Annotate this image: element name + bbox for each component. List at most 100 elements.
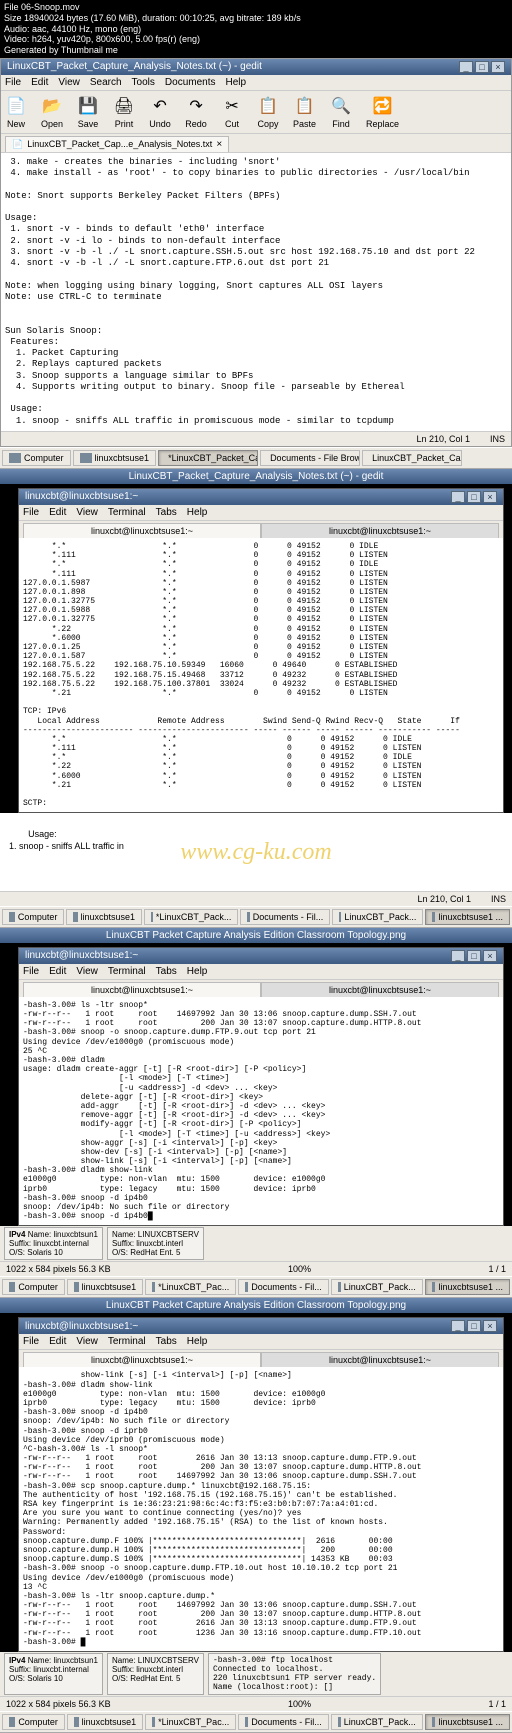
menu-terminal[interactable]: Terminal xyxy=(108,1336,146,1347)
term-tab-1[interactable]: linuxcbt@linuxcbtsuse1:~ xyxy=(23,523,261,538)
menu-tools[interactable]: Tools xyxy=(132,77,155,88)
redo-button[interactable]: ↷Redo xyxy=(185,95,207,129)
save-button[interactable]: 💾Save xyxy=(77,95,99,129)
menu-view[interactable]: View xyxy=(58,77,80,88)
menu-terminal[interactable]: Terminal xyxy=(108,507,146,518)
toolbar: 📄New 📂Open 💾Save 🖨Print ↶Undo ↷Redo ✂Cut 📋Copy 📋… xyxy=(1,91,511,134)
taskbar-button[interactable]: linuxcbtsuse1 ... xyxy=(425,1714,510,1730)
menu-view[interactable]: View xyxy=(76,966,98,977)
menu-tabs[interactable]: Tabs xyxy=(156,507,177,518)
term-title: linuxcbt@linuxcbtsuse1:~ xyxy=(25,491,138,502)
app-icon xyxy=(338,1282,341,1292)
term-tab-2[interactable]: linuxcbt@linuxcbtsuse1:~ xyxy=(261,1352,499,1367)
terminal-window-3: linuxcbt@linuxcbtsuse1:~ _ □ × File Edit… xyxy=(18,1317,504,1652)
menu-help[interactable]: Help xyxy=(225,77,246,88)
menu-help[interactable]: Help xyxy=(187,966,208,977)
maximize-button[interactable]: □ xyxy=(467,950,481,962)
document-tab[interactable]: 📄 LinuxCBT_Packet_Cap...e_Analysis_Notes… xyxy=(5,136,229,152)
minimize-button[interactable]: _ xyxy=(459,61,473,73)
close-button[interactable]: × xyxy=(483,1320,497,1332)
find-icon: 🔍 xyxy=(330,95,352,117)
taskbar-button[interactable]: LinuxCBT_Pack... xyxy=(331,1714,423,1730)
menu-view[interactable]: View xyxy=(76,1336,98,1347)
editor-content[interactable]: 3. make - creates the binaries - includi… xyxy=(1,153,511,431)
menu-tabs[interactable]: Tabs xyxy=(156,966,177,977)
menu-terminal[interactable]: Terminal xyxy=(108,966,146,977)
taskbar-button[interactable]: linuxcbtsuse1 ... xyxy=(425,909,510,925)
close-button[interactable]: × xyxy=(491,61,505,73)
copy-button[interactable]: 📋Copy xyxy=(257,95,279,129)
term-tab-2[interactable]: linuxcbt@linuxcbtsuse1:~ xyxy=(261,523,499,538)
term-titlebar[interactable]: linuxcbt@linuxcbtsuse1:~ _ □ × xyxy=(19,1318,503,1334)
term-tab-1[interactable]: linuxcbt@linuxcbtsuse1:~ xyxy=(23,982,261,997)
maximize-button[interactable]: □ xyxy=(467,1320,481,1332)
taskbar-button[interactable]: LinuxCBT_Pack... xyxy=(331,1279,423,1295)
taskbar-button[interactable]: *LinuxCBT_Pac... xyxy=(145,1279,236,1295)
menu-help[interactable]: Help xyxy=(187,1336,208,1347)
print-button[interactable]: 🖨Print xyxy=(113,95,135,129)
menu-edit[interactable]: Edit xyxy=(31,77,48,88)
terminal-window-2: linuxcbt@linuxcbtsuse1:~ _ □ × File Edit… xyxy=(18,947,504,1227)
terminal-output[interactable]: *.* *.* 0 0 49152 0 IDLE *.111 *.* 0 0 4… xyxy=(19,538,503,812)
new-icon: 📄 xyxy=(5,95,27,117)
taskbar-button[interactable]: Documents - Fil... xyxy=(238,1714,329,1730)
taskbar-button[interactable]: Computer xyxy=(2,1714,65,1730)
menu-edit[interactable]: Edit xyxy=(49,507,66,518)
taskbar-button[interactable]: *LinuxCBT_Pac... xyxy=(145,1714,236,1730)
taskbar-button[interactable]: *LinuxCBT_Pack... xyxy=(144,909,238,925)
minimize-button[interactable]: _ xyxy=(451,950,465,962)
term-menubar: File Edit View Terminal Tabs Help xyxy=(19,964,503,980)
taskbar-button[interactable]: linuxcbtsuse1 xyxy=(67,1714,143,1730)
titlebar[interactable]: LinuxCBT_Packet_Capture_Analysis_Notes.t… xyxy=(1,59,511,75)
term-tab-2[interactable]: linuxcbt@linuxcbtsuse1:~ xyxy=(261,982,499,997)
term-titlebar[interactable]: linuxcbt@linuxcbtsuse1:~ _ □ × xyxy=(19,489,503,505)
term-title: linuxcbt@linuxcbtsuse1:~ xyxy=(25,1321,138,1332)
new-button[interactable]: 📄New xyxy=(5,95,27,129)
term-titlebar[interactable]: linuxcbt@linuxcbtsuse1:~ _ □ × xyxy=(19,948,503,964)
close-tab-icon[interactable]: × xyxy=(216,139,222,150)
menu-edit[interactable]: Edit xyxy=(49,966,66,977)
term-tab-1[interactable]: linuxcbt@linuxcbtsuse1:~ xyxy=(23,1352,261,1367)
close-button[interactable]: × xyxy=(483,491,497,503)
taskbar-button[interactable]: LinuxCBT_Pack... xyxy=(332,909,423,925)
menu-search[interactable]: Search xyxy=(90,77,122,88)
taskbar-button[interactable]: linuxcbtsuse1 xyxy=(73,450,157,466)
minimize-button[interactable]: _ xyxy=(451,491,465,503)
menu-tabs[interactable]: Tabs xyxy=(156,1336,177,1347)
undo-button[interactable]: ↶Undo xyxy=(149,95,171,129)
taskbar-button[interactable]: Documents - File Brow... xyxy=(260,450,360,466)
taskbar-2: Computerlinuxcbtsuse1*LinuxCBT_Pack...Do… xyxy=(0,906,512,928)
taskbar-button[interactable]: Computer xyxy=(2,1279,65,1295)
menu-documents[interactable]: Documents xyxy=(165,77,216,88)
close-button[interactable]: × xyxy=(483,950,497,962)
taskbar-button[interactable]: *LinuxCBT_Packet_Ca... xyxy=(158,450,258,466)
menu-file[interactable]: File xyxy=(5,77,21,88)
minimize-button[interactable]: _ xyxy=(451,1320,465,1332)
app-icon xyxy=(74,1717,79,1727)
menu-file[interactable]: File xyxy=(23,966,39,977)
taskbar-button[interactable]: Computer xyxy=(2,909,64,925)
taskbar-button[interactable]: linuxcbtsuse1 xyxy=(66,909,142,925)
menu-help[interactable]: Help xyxy=(187,507,208,518)
taskbar-button[interactable]: Computer xyxy=(2,450,71,466)
find-button[interactable]: 🔍Find xyxy=(330,95,352,129)
menu-edit[interactable]: Edit xyxy=(49,1336,66,1347)
maximize-button[interactable]: □ xyxy=(475,61,489,73)
menu-view[interactable]: View xyxy=(76,507,98,518)
taskbar-button[interactable]: Documents - Fil... xyxy=(240,909,330,925)
taskbar-button[interactable]: Documents - Fil... xyxy=(238,1279,329,1295)
paste-button[interactable]: 📋Paste xyxy=(293,95,316,129)
menu-file[interactable]: File xyxy=(23,1336,39,1347)
cut-button[interactable]: ✂Cut xyxy=(221,95,243,129)
taskbar-button[interactable]: linuxcbtsuse1 ... xyxy=(425,1279,510,1295)
taskbar-button[interactable]: LinuxCBT_Packet_Ca... xyxy=(362,450,462,466)
maximize-button[interactable]: □ xyxy=(467,491,481,503)
menu-file[interactable]: File xyxy=(23,507,39,518)
replace-button[interactable]: 🔁Replace xyxy=(366,95,399,129)
taskbar-button[interactable]: linuxcbtsuse1 xyxy=(67,1279,143,1295)
app-icon xyxy=(432,912,435,922)
open-button[interactable]: 📂Open xyxy=(41,95,63,129)
terminal-output[interactable]: -bash-3.00# ls -ltr snoop* -rw-r--r-- 1 … xyxy=(19,997,503,1226)
terminal-output[interactable]: show-link [-s] [-i <interval>] [-p] [<na… xyxy=(19,1367,503,1651)
term-tabs: linuxcbt@linuxcbtsuse1:~ linuxcbt@linuxc… xyxy=(19,521,503,538)
